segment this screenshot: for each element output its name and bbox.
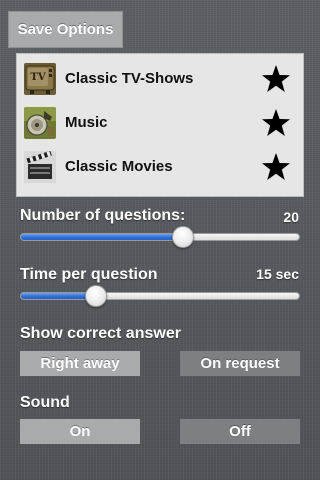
category-row-classic-tv-shows[interactable]: TV Classic TV-Shows xyxy=(17,57,303,101)
category-list: TV Classic TV-Shows Music Classic Movies xyxy=(16,53,304,197)
star-icon[interactable] xyxy=(261,64,291,94)
star-icon[interactable] xyxy=(261,152,291,182)
star-icon[interactable] xyxy=(261,108,291,138)
slider-fill xyxy=(21,234,185,240)
clapperboard-icon xyxy=(24,151,56,183)
save-options-button[interactable]: Save Options xyxy=(8,11,123,48)
sound-off-button[interactable]: Off xyxy=(180,419,300,444)
time-slider[interactable] xyxy=(20,281,300,311)
on-request-button[interactable]: On request xyxy=(180,351,300,376)
category-label: Classic Movies xyxy=(65,158,173,175)
right-away-button[interactable]: Right away xyxy=(20,351,140,376)
show-answer-label: Show correct answer xyxy=(20,325,181,342)
music-icon xyxy=(24,107,56,139)
tv-icon: TV xyxy=(24,63,56,95)
category-label: Classic TV-Shows xyxy=(65,70,194,87)
questions-slider[interactable] xyxy=(20,222,300,252)
time-value: 15 sec xyxy=(256,266,299,282)
slider-thumb[interactable] xyxy=(84,285,107,307)
category-row-classic-movies[interactable]: Classic Movies xyxy=(17,145,303,189)
slider-thumb[interactable] xyxy=(172,226,195,248)
svg-text:TV: TV xyxy=(30,72,45,83)
category-label: Music xyxy=(65,114,108,131)
category-row-music[interactable]: Music xyxy=(17,101,303,145)
slider-track xyxy=(20,292,300,300)
slider-track xyxy=(20,233,300,241)
sound-label: Sound xyxy=(20,394,70,411)
sound-on-button[interactable]: On xyxy=(20,419,140,444)
